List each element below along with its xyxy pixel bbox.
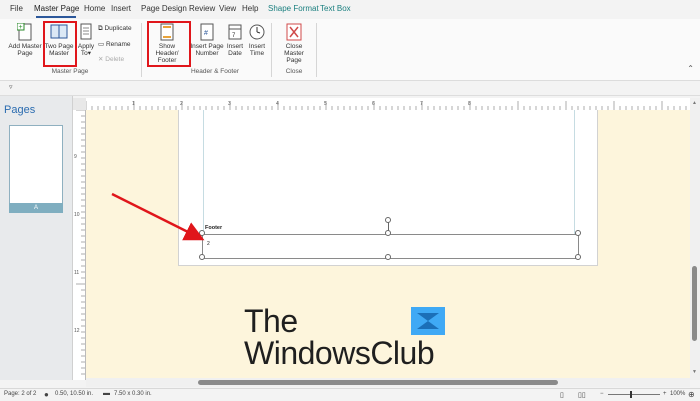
insert-time-button[interactable]: Insert Time [247, 23, 267, 57]
document-canvas[interactable]: Footer 2 The WindowsClub [86, 110, 690, 380]
position-icon: ● [44, 390, 49, 399]
size-readout: 7.50 x 0.30 in. [114, 391, 152, 397]
ruler-label: 2 [180, 101, 183, 107]
tab-review[interactable]: Review [189, 4, 215, 13]
rotate-handle-stem [388, 222, 389, 231]
quick-access-bar: ▿ [0, 81, 700, 96]
page-thumbnail[interactable] [9, 125, 63, 205]
clock-icon [249, 24, 265, 40]
rename-icon: ▭ [98, 41, 105, 48]
resize-handle[interactable] [199, 254, 205, 260]
annotation-arrow [111, 192, 205, 241]
group-label-header-footer: Header & Footer [190, 68, 240, 75]
chevron-down-icon: ▾ [87, 50, 92, 57]
zoom-out-icon[interactable]: − [600, 391, 604, 397]
tab-page-design[interactable]: Page Design [141, 4, 187, 13]
insert-page-number-button[interactable]: # Insert Page Number [190, 23, 224, 57]
ribbon: + Add Master Page Two Page Master Apply … [0, 19, 700, 81]
ribbon-tab-bar: File Master Page Home Insert Page Design… [0, 0, 700, 19]
footer-label: Footer [205, 225, 223, 231]
watermark-text: The WindowsClub [244, 303, 435, 371]
add-page-icon: + [17, 23, 32, 41]
ribbon-separator [271, 23, 272, 77]
tab-help[interactable]: Help [242, 4, 258, 13]
active-tab-underline [36, 16, 76, 18]
ruler-label: 3 [228, 101, 231, 107]
tab-home[interactable]: Home [84, 4, 105, 13]
resize-handle[interactable] [385, 254, 391, 260]
resize-handle[interactable] [575, 254, 581, 260]
two-page-view-icon[interactable]: ▯▯ [578, 391, 586, 399]
ruler-label: 4 [276, 101, 279, 107]
scroll-down-icon[interactable]: ▼ [692, 369, 697, 375]
page-number-icon: # [200, 23, 214, 41]
svg-text:+: + [19, 24, 23, 31]
apply-page-icon [80, 23, 92, 40]
highlight-box-show-header-footer [147, 21, 191, 67]
ruler-label: 10 [74, 212, 80, 218]
watermark-logo-icon [411, 307, 445, 335]
add-master-page-button[interactable]: + Add Master Page [8, 23, 42, 57]
apply-to-button[interactable]: Apply To▾ [76, 23, 96, 57]
insert-date-button[interactable]: 7 Insert Date [225, 23, 245, 57]
pages-pane-title: Pages [4, 104, 36, 116]
ruler-label: 1 [132, 101, 135, 107]
vertical-ruler: 9 10 11 12 [73, 110, 86, 380]
svg-text:#: # [204, 30, 208, 37]
tab-master-page[interactable]: Master Page [34, 4, 79, 13]
group-label-close: Close [285, 68, 303, 75]
group-label-master-page: Master Page [51, 68, 89, 75]
customize-toolbar-icon[interactable]: ▿ [9, 83, 13, 91]
fit-page-icon[interactable]: ⊕ [688, 390, 695, 399]
zoom-level[interactable]: 100% [670, 391, 685, 397]
calendar-icon: 7 [228, 24, 242, 40]
status-bar: Page: 2 of 2 ● 0.50, 10.50 in. ▬ 7.50 x … [0, 388, 700, 401]
duplicate-button[interactable]: ⧉ Duplicate [98, 25, 132, 33]
tab-text-box[interactable]: Text Box [320, 4, 351, 13]
vertical-scroll-thumb[interactable] [692, 266, 697, 341]
close-master-page-button[interactable]: Close Master Page [276, 23, 312, 64]
pages-pane: Pages A [0, 96, 73, 380]
tab-shape-format[interactable]: Shape Format [268, 4, 319, 13]
tab-file[interactable]: File [10, 4, 23, 13]
master-page[interactable]: Footer 2 [178, 110, 598, 266]
close-icon [286, 23, 302, 41]
zoom-in-icon[interactable]: + [663, 391, 667, 397]
collapse-ribbon-icon[interactable]: ⌃ [687, 64, 694, 73]
ruler-label: 6 [372, 101, 375, 107]
rename-button[interactable]: ▭ Rename [98, 40, 131, 48]
vertical-scrollbar[interactable]: ▲ ▼ [690, 98, 700, 380]
ribbon-separator [141, 23, 142, 77]
footer-page-number[interactable]: 2 [207, 241, 210, 247]
zoom-slider-thumb[interactable] [630, 391, 632, 398]
delete-icon: ✕ [98, 56, 104, 63]
single-page-view-icon[interactable]: ▯ [560, 391, 564, 399]
highlight-box-two-page-master [43, 21, 77, 67]
scroll-up-icon[interactable]: ▲ [692, 100, 697, 106]
size-icon: ▬ [103, 390, 110, 397]
horizontal-scrollbar[interactable] [86, 378, 690, 387]
position-readout: 0.50, 10.50 in. [55, 391, 94, 397]
zoom-slider[interactable] [608, 394, 660, 395]
page-thumbnail-label: A [9, 203, 63, 213]
delete-button[interactable]: ✕ Delete [98, 55, 124, 63]
ruler-label: 9 [74, 154, 77, 160]
ruler-corner [73, 98, 86, 110]
ruler-label: 8 [468, 101, 471, 107]
tab-insert[interactable]: Insert [111, 4, 131, 13]
ruler-label: 12 [74, 328, 80, 334]
resize-handle[interactable] [575, 230, 581, 236]
ruler-label: 7 [420, 101, 423, 107]
horizontal-scroll-thumb[interactable] [198, 380, 558, 385]
ruler-label: 5 [324, 101, 327, 107]
duplicate-icon: ⧉ [98, 25, 103, 32]
ruler-label: 11 [74, 270, 79, 276]
page-indicator[interactable]: Page: 2 of 2 [4, 391, 36, 397]
tab-view[interactable]: View [219, 4, 236, 13]
ribbon-separator [316, 23, 317, 77]
